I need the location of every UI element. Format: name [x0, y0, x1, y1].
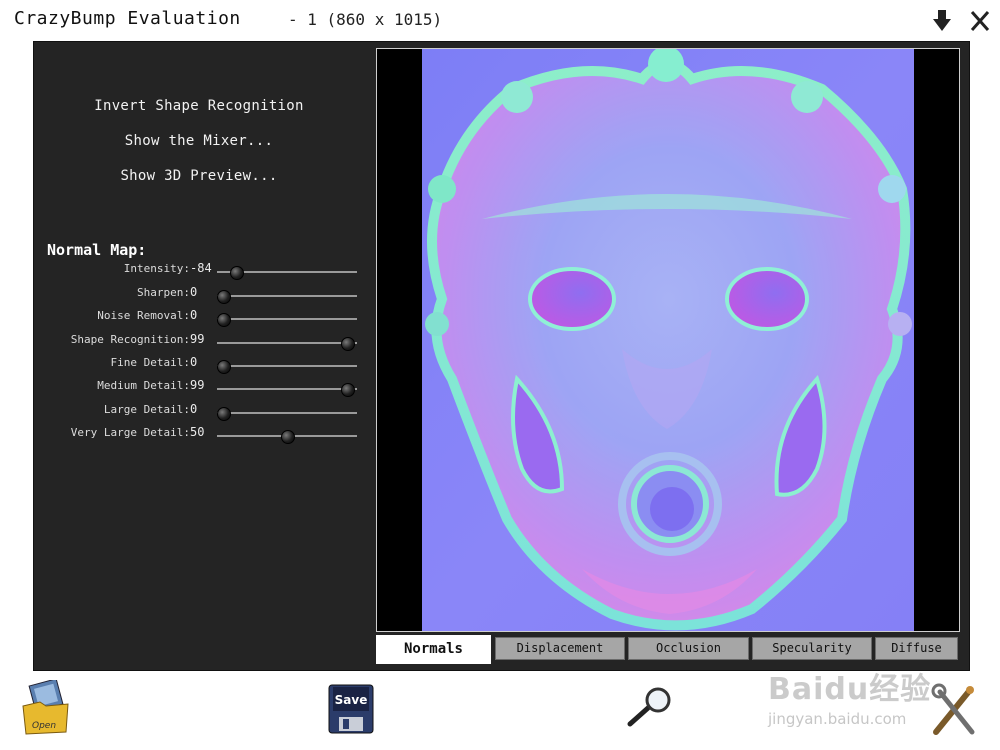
- slider-medium-detail: Medium Detail: 99: [34, 378, 374, 398]
- slider-value: 50: [190, 425, 205, 439]
- slider-thumb[interactable]: [217, 290, 231, 304]
- slider-noise-removal: Noise Removal: 0: [34, 308, 374, 328]
- title-bar: CrazyBump Evaluation - 1 (860 x 1015): [0, 0, 1000, 40]
- watermark-brand: Baidu经验: [768, 672, 932, 707]
- show-mixer-link[interactable]: Show the Mixer...: [34, 133, 364, 149]
- slider-thumb[interactable]: [341, 337, 356, 351]
- slider-label: Sharpen:: [137, 286, 190, 299]
- slider-track[interactable]: [217, 430, 357, 444]
- slider-thumb[interactable]: [341, 383, 356, 397]
- open-label: Open: [32, 721, 56, 731]
- slider-label: Fine Detail:: [110, 356, 190, 369]
- arrow-down-icon: [933, 10, 951, 31]
- slider-thumb[interactable]: [217, 407, 231, 421]
- slider-track[interactable]: [217, 290, 357, 304]
- save-button[interactable]: Save: [328, 684, 374, 734]
- slider-label: Medium Detail:: [97, 379, 190, 392]
- invert-shape-recognition-link[interactable]: Invert Shape Recognition: [34, 98, 364, 114]
- slider-shape-recognition: Shape Recognition: 99: [34, 332, 374, 352]
- slider-value: 99: [190, 378, 205, 392]
- show-3d-preview-link[interactable]: Show 3D Preview...: [34, 168, 364, 184]
- slider-intensity: Intensity: -84: [34, 261, 374, 281]
- magnifier-icon: [627, 687, 671, 727]
- slider-label: Very Large Detail:: [70, 426, 190, 439]
- save-label: Save: [335, 693, 368, 707]
- slider-label: Large Detail:: [103, 403, 190, 416]
- map-tabs: Normals Displacement Occlusion Speculari…: [376, 635, 966, 665]
- baidu-watermark: Baidu经验 jingyan.baidu.com: [768, 664, 958, 734]
- close-icon: [970, 11, 990, 31]
- slider-label: Noise Removal:: [97, 309, 190, 322]
- tab-occlusion[interactable]: Occlusion: [628, 637, 749, 660]
- tab-normals[interactable]: Normals: [376, 635, 491, 664]
- app-title: CrazyBump Evaluation: [14, 8, 241, 29]
- slider-label: Shape Recognition:: [70, 333, 190, 346]
- slider-large-detail: Large Detail: 0: [34, 402, 374, 422]
- slider-value: 0: [190, 355, 198, 369]
- watermark-url: jingyan.baidu.com: [768, 710, 907, 728]
- tab-displacement[interactable]: Displacement: [495, 637, 625, 660]
- minimize-button[interactable]: [930, 6, 954, 34]
- tab-diffuse[interactable]: Diffuse: [875, 637, 958, 660]
- slider-label: Intensity:: [123, 262, 190, 275]
- slider-value: 0: [190, 308, 198, 322]
- slider-track[interactable]: [217, 383, 357, 397]
- tab-specularity[interactable]: Specularity: [752, 637, 872, 660]
- slider-track[interactable]: [217, 266, 357, 280]
- settings-panel: Invert Shape Recognition Show the Mixer.…: [34, 42, 374, 670]
- normal-map-title: Normal Map:: [47, 241, 147, 259]
- slider-sharpen: Sharpen: 0: [34, 285, 374, 305]
- slider-track[interactable]: [217, 407, 357, 421]
- slider-thumb[interactable]: [281, 430, 295, 444]
- slider-value: 99: [190, 332, 205, 346]
- slider-fine-detail: Fine Detail: 0: [34, 355, 374, 375]
- open-button[interactable]: Open: [20, 678, 72, 736]
- close-button[interactable]: [968, 6, 992, 34]
- slider-track[interactable]: [217, 337, 357, 351]
- slider-value: 0: [190, 402, 198, 416]
- bottom-toolbar: Open Save Baidu经验 jingyan.baidu.com: [0, 670, 1000, 750]
- image-info: - 1 (860 x 1015): [288, 10, 443, 29]
- slider-thumb[interactable]: [217, 360, 231, 374]
- normal-map-preview[interactable]: [376, 48, 960, 632]
- slider-thumb[interactable]: [217, 313, 231, 327]
- main-panel: Invert Shape Recognition Show the Mixer.…: [33, 41, 970, 671]
- open-folder-icon: Open: [22, 678, 69, 735]
- slider-track[interactable]: [217, 360, 357, 374]
- normal-map-image: [422, 49, 914, 631]
- floppy-disk-icon: Save: [328, 684, 374, 734]
- slider-track[interactable]: [217, 313, 357, 327]
- slider-value: -84: [190, 261, 212, 275]
- slider-thumb[interactable]: [229, 266, 244, 280]
- zoom-button[interactable]: [624, 686, 676, 730]
- slider-value: 0: [190, 285, 198, 299]
- slider-very-large-detail: Very Large Detail: 50: [34, 425, 374, 445]
